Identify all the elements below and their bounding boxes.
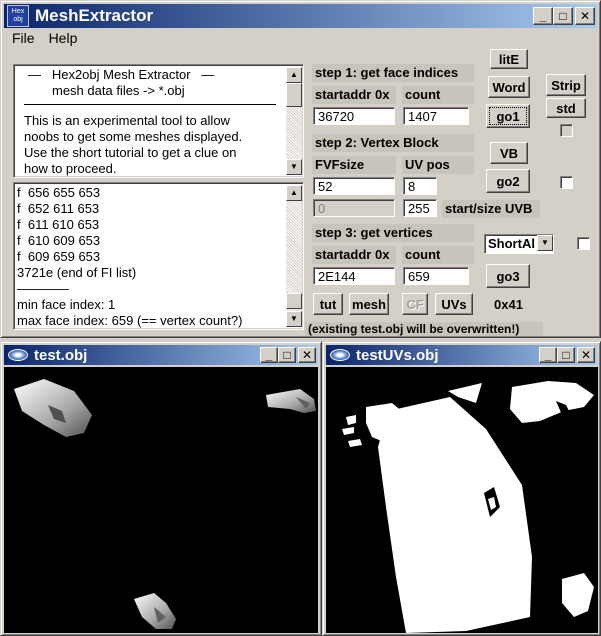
minimize-button[interactable]: _ bbox=[539, 347, 557, 363]
go1-button[interactable]: go1 bbox=[486, 104, 530, 128]
log-line: max face index: 659 (== vertex count?) bbox=[17, 313, 243, 328]
log-line: 3721e (end of FI list) bbox=[17, 265, 137, 280]
test-uvs-window: testUVs.obj _ □ ✕ bbox=[322, 341, 601, 636]
log-line: f 656 655 653 bbox=[17, 185, 101, 200]
minimize-button[interactable]: _ bbox=[533, 7, 553, 25]
scroll-up-icon[interactable]: ▲ bbox=[286, 67, 302, 83]
chevron-down-icon[interactable]: ▼ bbox=[537, 235, 553, 251]
minimize-button[interactable]: _ bbox=[260, 347, 278, 363]
strip-button[interactable]: Strip bbox=[546, 74, 586, 96]
scroll-thumb[interactable] bbox=[286, 83, 302, 107]
maximize-button[interactable]: □ bbox=[557, 347, 575, 363]
info-scrollbar[interactable]: ▲ ▼ bbox=[286, 67, 302, 175]
log-line: f 611 610 653 bbox=[17, 217, 100, 232]
step1-count-input[interactable]: 1407 bbox=[403, 107, 469, 125]
log-textbox[interactable]: f 656 655 653 f 652 611 653 f 611 610 65… bbox=[13, 182, 304, 330]
uvb-size-input[interactable]: 255 bbox=[403, 199, 437, 217]
fvf-label: FVFsize bbox=[312, 156, 396, 174]
mesh-render bbox=[14, 379, 316, 629]
uv-viewport[interactable] bbox=[326, 367, 598, 633]
step3-count-input[interactable]: 659 bbox=[403, 267, 469, 285]
test-obj-title: test.obj bbox=[34, 346, 88, 364]
info-body-3: Use the short tutorial to get a clue on bbox=[24, 145, 237, 160]
test-uvs-titlebar[interactable]: testUVs.obj _ □ ✕ bbox=[326, 345, 597, 365]
mesh-viewport[interactable] bbox=[4, 367, 318, 633]
mesh-button[interactable]: mesh bbox=[349, 293, 389, 315]
scroll-up-icon[interactable]: ▲ bbox=[286, 185, 302, 201]
step3-label: step 3: get vertices bbox=[312, 224, 474, 242]
vb-button[interactable]: VB bbox=[490, 142, 528, 164]
test-uvs-title: testUVs.obj bbox=[356, 346, 439, 364]
close-button[interactable]: ✕ bbox=[298, 347, 316, 363]
window-title: MeshExtractor bbox=[35, 6, 154, 25]
uvb-start-input[interactable]: 0 bbox=[313, 199, 395, 217]
menubar: File Help bbox=[5, 28, 84, 48]
uvs-button[interactable]: UVs bbox=[435, 293, 473, 315]
close-button[interactable]: ✕ bbox=[577, 347, 595, 363]
menu-file[interactable]: File bbox=[5, 28, 42, 48]
status-text: (existing test.obj will be overwritten!) bbox=[305, 322, 543, 336]
maximize-button[interactable]: □ bbox=[553, 7, 573, 25]
info-title: — Hex2obj Mesh Extractor — bbox=[28, 67, 215, 82]
shortal-dropdown[interactable]: ShortAl ▼ bbox=[484, 234, 554, 254]
info-textbox[interactable]: — Hex2obj Mesh Extractor — mesh data fil… bbox=[13, 64, 304, 178]
test-obj-window: test.obj _ □ ✕ bbox=[0, 341, 322, 636]
log-line: f 609 659 653 bbox=[17, 249, 101, 264]
uvb-label: start/size UVB bbox=[442, 200, 540, 218]
checkbox-go2[interactable] bbox=[560, 176, 573, 189]
step1-startaddr-label: startaddr 0x bbox=[312, 86, 396, 104]
test-obj-titlebar[interactable]: test.obj _ □ ✕ bbox=[4, 345, 318, 365]
scroll-down-icon[interactable]: ▼ bbox=[286, 159, 302, 175]
tut-button[interactable]: tut bbox=[313, 293, 343, 315]
step3-startaddr-input[interactable]: 2E144 bbox=[313, 267, 395, 285]
step2-label: step 2: Vertex Block bbox=[312, 134, 474, 152]
cf-button[interactable]: CF bbox=[402, 293, 428, 315]
menu-help[interactable]: Help bbox=[42, 28, 85, 48]
go3-button[interactable]: go3 bbox=[486, 264, 530, 288]
obj-icon bbox=[8, 349, 28, 361]
close-button[interactable]: ✕ bbox=[575, 7, 595, 25]
info-body-2: noobs to get some meshes displayed. bbox=[24, 129, 243, 144]
step1-startaddr-input[interactable]: 36720 bbox=[313, 107, 395, 125]
app-icon: Hex obj bbox=[7, 5, 29, 27]
uv-render bbox=[342, 381, 594, 633]
scroll-thumb[interactable] bbox=[286, 293, 302, 309]
word-button[interactable]: Word bbox=[488, 76, 530, 98]
step1-label: step 1: get face indices bbox=[312, 64, 474, 82]
maximize-button[interactable]: □ bbox=[278, 347, 296, 363]
log-line: f 610 609 653 bbox=[17, 233, 101, 248]
scroll-down-icon[interactable]: ▼ bbox=[286, 311, 302, 327]
log-line: ———— bbox=[17, 281, 69, 296]
step3-startaddr-label: startaddr 0x bbox=[312, 246, 396, 264]
uv-pos-label: UV pos bbox=[402, 156, 474, 174]
go2-button[interactable]: go2 bbox=[486, 169, 530, 193]
info-subtitle: mesh data files -> *.obj bbox=[52, 83, 185, 98]
log-scrollbar[interactable]: ▲ ▼ bbox=[286, 185, 302, 327]
checkbox-std[interactable] bbox=[560, 124, 573, 137]
main-titlebar[interactable]: Hex obj MeshExtractor _ □ ✕ bbox=[4, 4, 597, 28]
uv-fragment-shape bbox=[562, 573, 594, 617]
info-body-1: This is an experimental tool to allow bbox=[24, 113, 230, 128]
checkbox-shortal[interactable] bbox=[577, 237, 590, 250]
info-body-4: how to proceed. bbox=[24, 161, 117, 176]
info-divider bbox=[24, 104, 276, 105]
std-button[interactable]: std bbox=[546, 98, 586, 118]
hand-mesh bbox=[266, 389, 316, 413]
step1-count-label: count bbox=[402, 86, 474, 104]
step3-count-label: count bbox=[402, 246, 474, 264]
log-line: f 652 611 653 bbox=[17, 201, 100, 216]
uv-hand-shape bbox=[510, 381, 594, 423]
hex41-label: 0x41 bbox=[494, 297, 523, 312]
lite-button[interactable]: litE bbox=[490, 49, 528, 69]
uv-pos-input[interactable]: 8 bbox=[403, 177, 437, 195]
log-line: min face index: 1 bbox=[17, 297, 116, 312]
fvf-input[interactable]: 52 bbox=[313, 177, 395, 195]
obj-icon bbox=[330, 349, 350, 361]
